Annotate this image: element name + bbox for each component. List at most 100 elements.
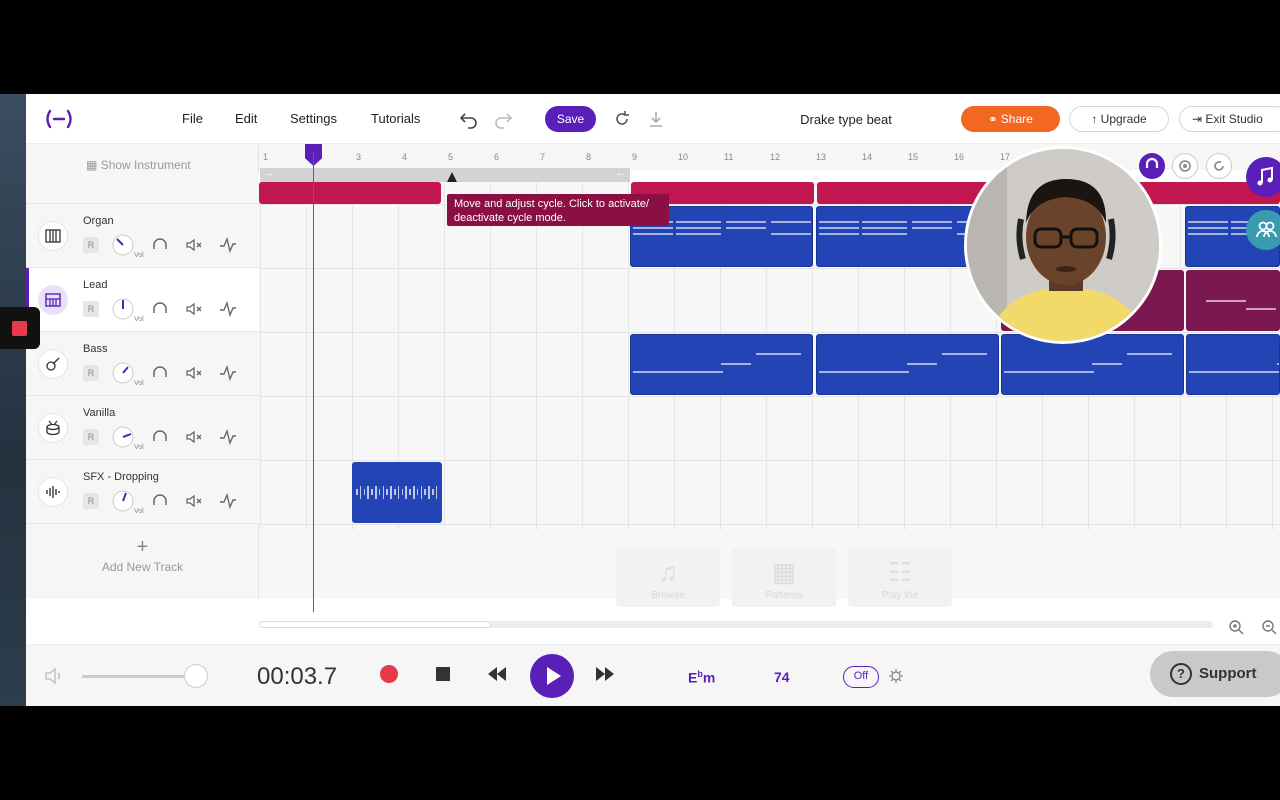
- record-arm-button[interactable]: R: [83, 493, 99, 509]
- project-title[interactable]: Drake type beat: [726, 112, 966, 127]
- automation-icon[interactable]: [219, 492, 237, 510]
- track-header-vanilla[interactable]: Vanilla R Vol: [26, 396, 259, 460]
- time-display: 00:03.7: [257, 663, 338, 690]
- midi-note: [726, 227, 766, 229]
- key-signature[interactable]: Ebm: [688, 669, 715, 686]
- volume-knob[interactable]: [112, 490, 134, 512]
- record-arm-button[interactable]: R: [83, 301, 99, 317]
- add-new-track-button[interactable]: + Add New Track: [26, 530, 259, 594]
- track-name[interactable]: Bass: [83, 343, 107, 355]
- save-button[interactable]: Save: [545, 106, 596, 132]
- record-arm-button[interactable]: R: [83, 365, 99, 381]
- show-instrument-toggle[interactable]: ▦ Show Instrument: [86, 158, 191, 172]
- rewind-button[interactable]: [484, 661, 510, 687]
- grid-line: [260, 182, 261, 530]
- horizontal-scrollbar[interactable]: [259, 621, 1213, 628]
- redo-icon[interactable]: [492, 108, 514, 130]
- headphones-icon[interactable]: [151, 428, 169, 446]
- master-volume-slider[interactable]: [82, 664, 208, 688]
- patterns-panel[interactable]: ▦ Patterns: [732, 547, 836, 607]
- record-button[interactable]: [376, 661, 402, 687]
- clip-bass[interactable]: [816, 334, 999, 395]
- headphones-icon[interactable]: [151, 236, 169, 254]
- track-name[interactable]: Lead: [83, 279, 107, 291]
- metronome-toggle[interactable]: Off: [843, 666, 879, 688]
- waveform-bar: [413, 485, 415, 499]
- headphones-icon[interactable]: [151, 364, 169, 382]
- mute-icon[interactable]: [185, 428, 203, 446]
- bar-number: 8: [586, 152, 592, 162]
- clip-partial-track[interactable]: [259, 182, 441, 204]
- mute-icon[interactable]: [185, 492, 203, 510]
- play-instrument-panel[interactable]: ☷ Play the: [848, 547, 952, 607]
- track-name[interactable]: Organ: [83, 215, 114, 227]
- track-header-partial[interactable]: [26, 172, 259, 204]
- menu-tutorials[interactable]: Tutorials: [371, 111, 420, 126]
- download-icon[interactable]: [645, 108, 667, 130]
- gear-icon[interactable]: [888, 668, 904, 684]
- playhead-line: [313, 152, 314, 612]
- share-button[interactable]: ⚭ Share: [961, 106, 1060, 132]
- track-header-bass[interactable]: Bass R Vol: [26, 332, 259, 396]
- revert-icon[interactable]: [611, 108, 633, 130]
- automation-icon[interactable]: [219, 364, 237, 382]
- mute-icon[interactable]: [185, 364, 203, 382]
- bandlab-logo[interactable]: [44, 108, 74, 130]
- timeline-ruler[interactable]: 1 3 4 5 6 7 8 9 10 11 12 13 14 15 16 17: [259, 144, 1280, 170]
- grid-line: [306, 182, 307, 530]
- speaker-icon[interactable]: [44, 667, 64, 685]
- mute-icon[interactable]: [185, 300, 203, 318]
- settings-button[interactable]: [1172, 153, 1198, 179]
- midi-note: [912, 227, 952, 229]
- instrument-browser-button[interactable]: [1246, 157, 1280, 197]
- clip-bass[interactable]: [630, 334, 813, 395]
- magnet-snap-button[interactable]: [1139, 153, 1165, 179]
- track-header-lead[interactable]: Lead R Vol: [26, 268, 259, 332]
- record-arm-button[interactable]: R: [83, 429, 99, 445]
- volume-knob[interactable]: [112, 298, 134, 320]
- clip-sfx-dropping[interactable]: [352, 462, 442, 523]
- volume-label: Vol: [134, 508, 144, 515]
- zoom-out-icon[interactable]: [1261, 619, 1277, 635]
- undo-icon[interactable]: [458, 108, 480, 130]
- record-arm-button[interactable]: R: [83, 237, 99, 253]
- clip-lead[interactable]: [1186, 270, 1280, 331]
- headphones-icon[interactable]: [151, 492, 169, 510]
- menu-file[interactable]: File: [182, 111, 203, 126]
- tooltip-line: deactivate cycle mode.: [454, 212, 566, 224]
- track-header-sfx-dropping[interactable]: SFX - Dropping R Vol: [26, 460, 259, 524]
- menu-edit[interactable]: Edit: [235, 111, 257, 126]
- track-header-organ[interactable]: Organ R Vol: [26, 204, 259, 268]
- recording-indicator[interactable]: [0, 307, 40, 349]
- screen: File Edit Settings Tutorials Save Drake …: [0, 0, 1280, 800]
- tempo-bpm[interactable]: 74: [774, 669, 790, 685]
- volume-knob[interactable]: [112, 362, 134, 384]
- automation-icon[interactable]: [219, 300, 237, 318]
- automation-icon[interactable]: [219, 428, 237, 446]
- waveform-bar: [367, 485, 369, 499]
- upgrade-button[interactable]: ↑ Upgrade: [1069, 106, 1169, 132]
- automation-icon[interactable]: [219, 236, 237, 254]
- waveform-bar: [371, 489, 373, 495]
- stop-button[interactable]: [430, 661, 456, 687]
- track-name[interactable]: Vanilla: [83, 407, 115, 419]
- clip-bass[interactable]: [1001, 334, 1184, 395]
- zoom-in-icon[interactable]: [1228, 619, 1244, 635]
- menu-settings[interactable]: Settings: [290, 111, 337, 126]
- play-button[interactable]: [530, 654, 574, 698]
- scroll-thumb[interactable]: [259, 621, 491, 628]
- loop-button[interactable]: [1206, 153, 1232, 179]
- headphones-icon[interactable]: [151, 300, 169, 318]
- fast-forward-button[interactable]: [592, 661, 618, 687]
- volume-thumb[interactable]: [184, 664, 208, 688]
- volume-knob[interactable]: [112, 234, 134, 256]
- track-name[interactable]: SFX - Dropping: [83, 471, 159, 483]
- volume-knob[interactable]: [112, 426, 134, 448]
- clip-bass[interactable]: [1186, 334, 1280, 395]
- cycle-region[interactable]: → ←: [260, 167, 630, 182]
- browse-loops-panel[interactable]: ♫ Browse: [616, 547, 720, 607]
- mute-icon[interactable]: [185, 236, 203, 254]
- exit-studio-button[interactable]: ⇥ Exit Studio: [1179, 106, 1280, 132]
- collaborators-button[interactable]: [1246, 210, 1280, 250]
- support-button[interactable]: ? Support: [1150, 651, 1280, 697]
